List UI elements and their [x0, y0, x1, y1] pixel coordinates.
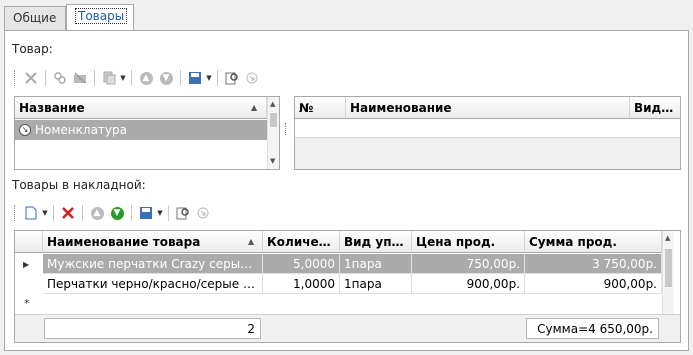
scroll-up-icon[interactable]: ▲	[665, 234, 670, 242]
column-header-package[interactable]: Вид упа...	[340, 231, 412, 253]
toolbar-grip[interactable]	[14, 205, 17, 221]
table-cell-price[interactable]: 900,00р.	[412, 274, 525, 294]
invoice-grid[interactable]: Наименование товара ▲ Количес... Вид упа…	[14, 230, 681, 343]
table-cell-quantity[interactable]: 5,0000	[263, 254, 340, 274]
new-document-icon[interactable]	[21, 203, 41, 223]
go-icon[interactable]	[242, 68, 262, 88]
goods-detail-grid[interactable]: № Наименование Вид ...	[294, 96, 681, 170]
toolbar-separator	[180, 70, 181, 86]
move-up-icon[interactable]: ▲	[87, 203, 107, 223]
link-icon[interactable]	[50, 68, 70, 88]
move-down-icon[interactable]: ▼	[156, 68, 176, 88]
toolbar-separator	[94, 70, 95, 86]
delete-icon[interactable]	[21, 68, 41, 88]
toolbar-separator	[131, 205, 132, 221]
column-header-price[interactable]: Цена прод.	[412, 231, 525, 253]
scrollbar[interactable]: ▲ ▼	[267, 97, 279, 169]
scroll-up-icon[interactable]: ▲	[270, 100, 275, 108]
sort-asc-icon: ▲	[251, 103, 258, 112]
goods-toolbar: ▼ ▲ ▼ ▼	[14, 67, 262, 89]
goods-label: Товар:	[12, 42, 53, 56]
save-icon[interactable]	[185, 68, 205, 88]
table-cell-name[interactable]: Мужские перчатки Crazy серые с ...	[43, 254, 263, 274]
save-dropdown-icon[interactable]: ▼	[156, 203, 164, 223]
unlink-icon[interactable]	[70, 68, 90, 88]
new-row-icon: *	[24, 297, 30, 310]
table-cell-sum[interactable]: 3 750,00р.	[525, 254, 662, 274]
empty-row	[295, 120, 680, 138]
tab-goods[interactable]: Товары	[66, 4, 134, 31]
column-header-number[interactable]: №	[295, 97, 346, 119]
copy-dropdown-icon[interactable]: ▼	[119, 68, 127, 88]
row-indicator-header	[15, 231, 43, 253]
table-cell-package[interactable]: 1пара	[340, 274, 412, 294]
move-up-icon[interactable]: ▲	[136, 68, 156, 88]
tab-general-label: Общие	[13, 11, 57, 25]
scrollbar[interactable]: ▲	[662, 231, 674, 314]
column-header-kind[interactable]: Вид ...	[630, 97, 680, 119]
splitter-handle[interactable]	[285, 123, 287, 135]
go-icon[interactable]	[193, 203, 213, 223]
toolbar-separator	[53, 205, 54, 221]
invoice-label: Товары в накладной:	[12, 178, 146, 192]
invoice-toolbar: ▼ ▲ ▼ ▼	[14, 202, 213, 224]
toolbar-grip[interactable]	[14, 70, 17, 86]
table-cell-quantity[interactable]: 1,0000	[263, 274, 340, 294]
tab-general[interactable]: Общие	[4, 6, 66, 30]
scroll-thumb[interactable]	[665, 249, 672, 287]
scroll-down-icon[interactable]: ▼	[270, 157, 275, 165]
footer-count: 2	[44, 318, 261, 339]
toolbar-separator	[217, 70, 218, 86]
find-icon[interactable]	[222, 68, 242, 88]
sort-asc-icon: ▲	[248, 237, 255, 246]
move-down-icon[interactable]: ▼	[107, 203, 127, 223]
current-row-icon: ▶	[23, 260, 30, 269]
list-item[interactable]: Номенклатура	[15, 120, 267, 140]
toolbar-separator	[131, 70, 132, 86]
delete-icon[interactable]	[58, 203, 78, 223]
table-cell-package[interactable]: 1пара	[340, 254, 412, 274]
column-header-name[interactable]: Название	[15, 97, 267, 119]
empty-area	[295, 138, 680, 169]
copy-icon[interactable]	[99, 68, 119, 88]
link-arrow-icon: ↘	[19, 124, 31, 136]
save-dropdown-icon[interactable]: ▼	[205, 68, 213, 88]
new-dropdown-icon[interactable]: ▼	[41, 203, 49, 223]
footer-total: Сумма=4 650,00р.	[526, 318, 659, 339]
toolbar-separator	[45, 70, 46, 86]
table-cell-price[interactable]: 750,00р.	[412, 254, 525, 274]
scroll-thumb[interactable]	[270, 113, 277, 127]
toolbar-separator	[168, 205, 169, 221]
find-icon[interactable]	[173, 203, 193, 223]
column-header-quantity[interactable]: Количес...	[263, 231, 340, 253]
column-header-sum[interactable]: Сумма прод.	[525, 231, 662, 253]
toolbar-separator	[82, 205, 83, 221]
table-cell-sum[interactable]: 900,00р.	[525, 274, 662, 294]
column-header-product-name[interactable]: Наименование товара	[43, 231, 263, 253]
column-header-name[interactable]: Наименование	[346, 97, 630, 119]
table-cell-name[interactable]: Перчатки черно/красно/серые Ext...	[43, 274, 263, 294]
goods-tree-grid[interactable]: Название ▲ Номенклатура ↘ ▲ ▼	[14, 96, 280, 170]
save-icon[interactable]	[136, 203, 156, 223]
tab-goods-label: Товары	[75, 8, 128, 24]
